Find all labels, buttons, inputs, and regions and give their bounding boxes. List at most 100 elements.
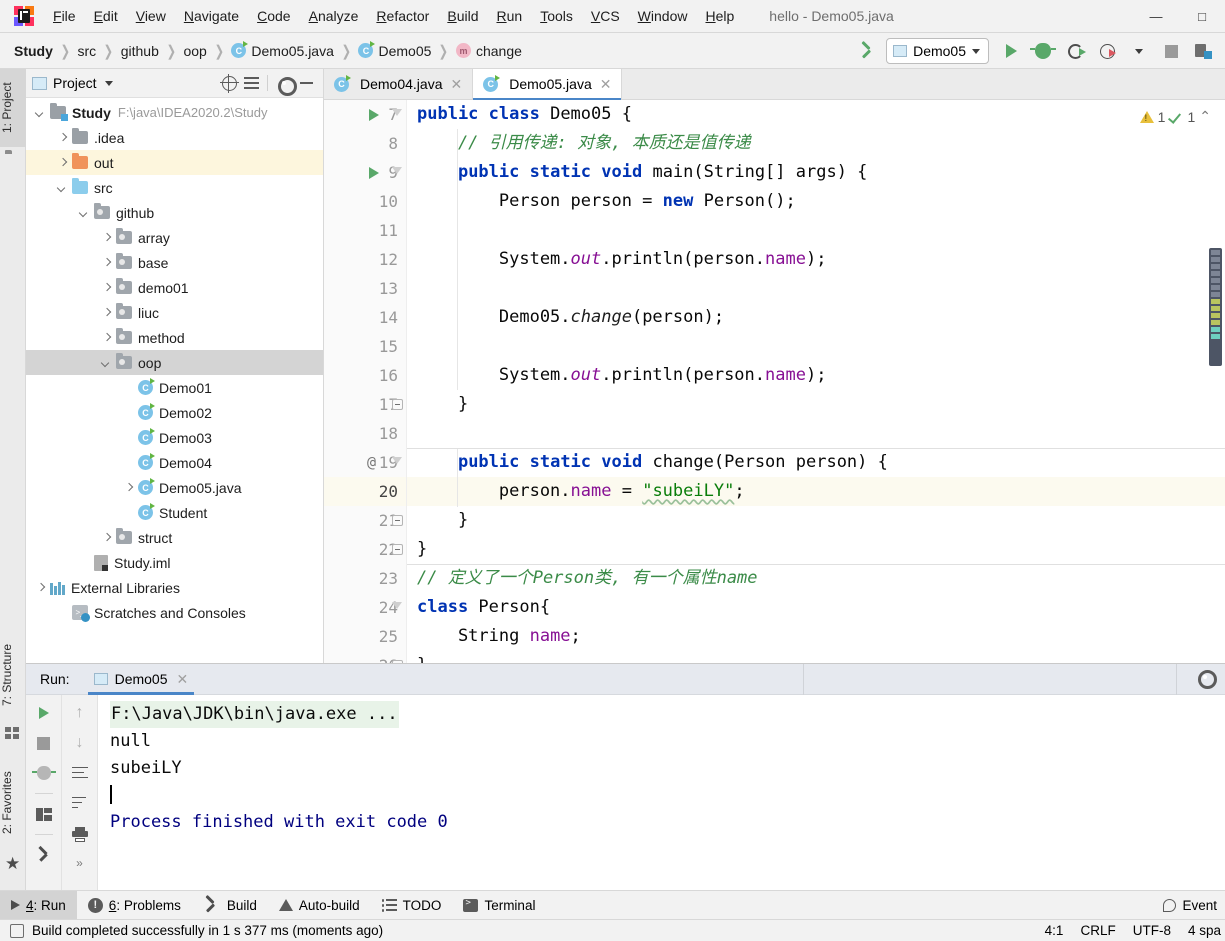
tree-node-demo04[interactable]: C Demo04 <box>26 450 323 475</box>
line-number-15[interactable]: 15 <box>324 332 406 361</box>
collapse-all-icon[interactable] <box>240 72 262 94</box>
bottom-tab-auto-build[interactable]: Auto-build <box>268 891 371 920</box>
sidebar-item-project[interactable]: 1: Project <box>0 69 26 147</box>
event-log-button[interactable]: Event <box>1163 898 1217 913</box>
code-line-9[interactable]: public static void main(String[] args) { <box>407 158 1225 187</box>
editor-gutter[interactable]: 78910111213141516171819@20212223242526 <box>324 100 407 663</box>
chevron-down-icon[interactable] <box>104 80 113 86</box>
code-line-23[interactable]: // 定义了一个Person类, 有一个属性name <box>407 564 1225 593</box>
code-line-7[interactable]: public class Demo05 { <box>407 100 1225 129</box>
code-line-22[interactable]: } <box>407 535 1225 564</box>
editor-tab-demo05-java[interactable]: C Demo05.java ✕ <box>473 69 623 100</box>
chevron-right-icon[interactable] <box>100 281 113 294</box>
tree-node-scratches-and-consoles[interactable]: >_ Scratches and Consoles <box>26 600 323 625</box>
tree-node-array[interactable]: array <box>26 225 323 250</box>
code-line-19[interactable]: public static void change(Person person)… <box>407 448 1225 477</box>
line-number-21[interactable]: 21 <box>324 506 406 535</box>
tree-node-demo05-java[interactable]: C Demo05.java <box>26 475 323 500</box>
line-number-14[interactable]: 14 <box>324 303 406 332</box>
tree-node-external-libraries[interactable]: External Libraries <box>26 575 323 600</box>
locate-icon[interactable] <box>218 72 240 94</box>
code-line-16[interactable]: System.out.println(person.name); <box>407 361 1225 390</box>
tree-node-liuc[interactable]: liuc <box>26 300 323 325</box>
bottom-tab-6--problems[interactable]: ! 6: Problems <box>77 891 192 920</box>
breadcrumb-item-oop[interactable]: oop <box>183 43 206 59</box>
code-line-17[interactable]: } <box>407 390 1225 419</box>
code-editor[interactable]: 78910111213141516171819@20212223242526 p… <box>324 100 1225 663</box>
indent-setting[interactable]: 4 spa <box>1188 923 1221 938</box>
stop-button[interactable] <box>1157 37 1185 65</box>
console-output[interactable]: F:\Java\JDK\bin\java.exe ... null subeiLY P… <box>98 695 1225 890</box>
menu-item-tools[interactable]: Tools <box>531 0 582 33</box>
tree-node-oop[interactable]: oop <box>26 350 323 375</box>
tree-node-method[interactable]: method <box>26 325 323 350</box>
code-line-8[interactable]: // 引用传递: 对象, 本质还是值传递 <box>407 129 1225 158</box>
gear-icon[interactable] <box>273 72 297 96</box>
line-number-19[interactable]: 19 @ <box>324 448 406 477</box>
line-number-20[interactable]: 20 <box>324 477 406 506</box>
more-icon[interactable]: » <box>70 853 90 873</box>
pin-icon[interactable] <box>34 845 54 865</box>
menu-item-window[interactable]: Window <box>629 0 697 33</box>
sidebar-item-favorites[interactable]: 2: Favorites <box>0 757 26 849</box>
code-line-18[interactable] <box>407 419 1225 448</box>
code-line-15[interactable] <box>407 332 1225 361</box>
line-number-7[interactable]: 7 <box>324 100 406 129</box>
line-number-9[interactable]: 9 <box>324 158 406 187</box>
menu-item-refactor[interactable]: Refactor <box>367 0 438 33</box>
chevron-down-icon[interactable] <box>56 181 69 194</box>
tree-node-github[interactable]: github <box>26 200 323 225</box>
tree-node-study-iml[interactable]: Study.iml <box>26 550 323 575</box>
profile-button[interactable] <box>1093 37 1121 65</box>
tree-node-study[interactable]: Study F:\java\IDEA2020.2\Study <box>26 100 323 125</box>
tree-node-struct[interactable]: struct <box>26 525 323 550</box>
code-content[interactable]: public class Demo05 { // 引用传递: 对象, 本质还是值… <box>407 100 1225 663</box>
soft-wrap-icon[interactable] <box>70 763 90 783</box>
menu-item-view[interactable]: View <box>127 0 175 33</box>
line-number-24[interactable]: 24 <box>324 593 406 622</box>
line-number-17[interactable]: 17 <box>324 390 406 419</box>
fold-expanded-icon[interactable] <box>392 602 402 609</box>
fold-marker-icon[interactable] <box>392 544 403 555</box>
close-icon[interactable]: ✕ <box>600 76 612 93</box>
tree-node-demo02[interactable]: C Demo02 <box>26 400 323 425</box>
gear-icon[interactable] <box>1197 669 1217 689</box>
line-number-18[interactable]: 18 <box>324 419 406 448</box>
fold-expanded-icon[interactable] <box>392 167 402 174</box>
menu-item-run[interactable]: Run <box>487 0 531 33</box>
chevron-right-icon[interactable] <box>56 156 69 169</box>
code-line-21[interactable]: } <box>407 506 1225 535</box>
chevron-down-icon[interactable] <box>78 206 91 219</box>
tree-node-demo01[interactable]: C Demo01 <box>26 375 323 400</box>
file-encoding[interactable]: UTF-8 <box>1133 923 1171 938</box>
tree-node-demo01[interactable]: demo01 <box>26 275 323 300</box>
chevron-down-icon[interactable] <box>34 106 47 119</box>
caret-position[interactable]: 4:1 <box>1045 923 1064 938</box>
menu-item-help[interactable]: Help <box>696 0 743 33</box>
sidebar-item-structure[interactable]: 7: Structure <box>0 629 26 721</box>
menu-item-build[interactable]: Build <box>438 0 487 33</box>
menu-item-edit[interactable]: Edit <box>85 0 127 33</box>
profile-dropdown-icon[interactable] <box>1125 37 1153 65</box>
line-number-10[interactable]: 10 <box>324 187 406 216</box>
chevron-right-icon[interactable] <box>100 331 113 344</box>
debugger-icon[interactable] <box>31 763 56 783</box>
chevron-right-icon[interactable] <box>100 306 113 319</box>
line-number-12[interactable]: 12 <box>324 245 406 274</box>
code-line-14[interactable]: Demo05.change(person); <box>407 303 1225 332</box>
line-number-25[interactable]: 25 <box>324 622 406 651</box>
chevron-right-icon[interactable] <box>100 531 113 544</box>
tree-node-src[interactable]: src <box>26 175 323 200</box>
chevron-right-icon[interactable] <box>122 481 135 494</box>
chevron-up-icon[interactable]: ⌃ <box>1199 108 1211 125</box>
minimize-button[interactable]: — <box>1133 0 1179 33</box>
code-line-24[interactable]: class Person{ <box>407 593 1225 622</box>
breadcrumb-item-demo05[interactable]: C Demo05 <box>358 41 431 59</box>
bottom-tab-build[interactable]: Build <box>192 891 268 920</box>
breadcrumb-item-change[interactable]: m change <box>455 43 522 59</box>
line-number-11[interactable]: 11 <box>324 216 406 245</box>
scrollbar-thumb[interactable] <box>1209 248 1222 366</box>
menu-item-code[interactable]: Code <box>248 0 299 33</box>
chevron-right-icon[interactable] <box>100 256 113 269</box>
tree-node--idea[interactable]: .idea <box>26 125 323 150</box>
